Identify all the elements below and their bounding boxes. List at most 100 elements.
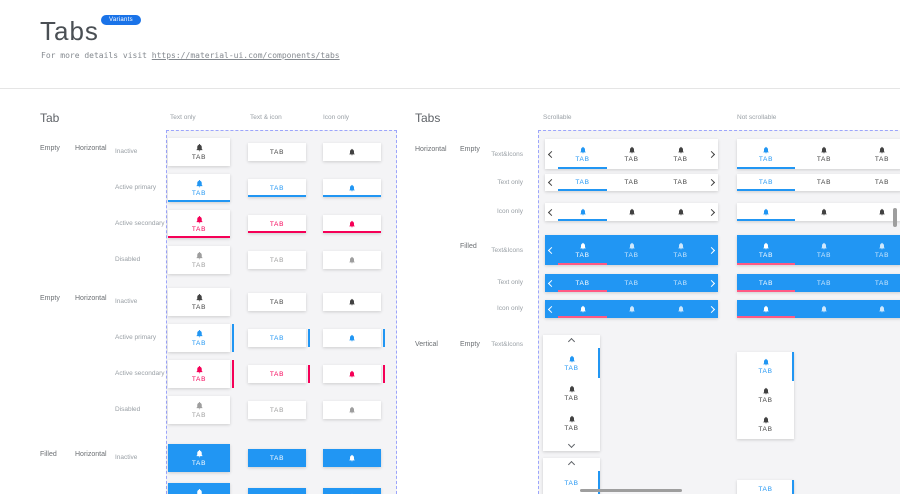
tab[interactable]: TAB: [737, 480, 794, 494]
tab[interactable]: TAB: [248, 251, 306, 269]
group-orientation-label: Horizontal: [75, 145, 107, 152]
tab[interactable]: [853, 300, 900, 318]
tab[interactable]: TAB: [168, 483, 230, 494]
tab[interactable]: TAB: [853, 274, 900, 292]
tab[interactable]: TAB: [656, 274, 705, 292]
material-ui-link[interactable]: https://material-ui.com/components/tabs: [152, 51, 340, 60]
tab[interactable]: [656, 203, 705, 221]
tab[interactable]: [323, 365, 381, 383]
tab[interactable]: TAB: [248, 329, 306, 347]
tabs-scroll-right-button[interactable]: [705, 235, 718, 265]
tabs-scroll-right-button[interactable]: [705, 203, 718, 221]
tab[interactable]: TAB: [168, 444, 230, 472]
active-tab-indicator: [248, 195, 306, 197]
tab[interactable]: TAB: [607, 235, 656, 265]
tab[interactable]: [323, 401, 381, 419]
vertical-scrollbar-thumb[interactable]: [893, 208, 897, 227]
tab[interactable]: TAB: [248, 401, 306, 419]
tabs-scroll-down-button[interactable]: [569, 438, 574, 451]
tab[interactable]: [795, 203, 853, 221]
tab[interactable]: TAB: [543, 408, 600, 438]
tabs-scroll-left-button[interactable]: [545, 139, 558, 169]
tab[interactable]: TAB: [737, 352, 794, 381]
tab[interactable]: TAB: [543, 348, 600, 378]
tab[interactable]: TAB: [558, 139, 607, 169]
tab[interactable]: [323, 449, 381, 467]
tab[interactable]: TAB: [558, 235, 607, 265]
tab[interactable]: TAB: [795, 235, 853, 265]
tab[interactable]: TAB: [795, 274, 853, 292]
tab[interactable]: TAB: [168, 246, 230, 274]
tab[interactable]: TAB: [853, 235, 900, 265]
tab[interactable]: [323, 215, 381, 233]
tab[interactable]: TAB: [248, 215, 306, 233]
tabs-scroll-left-button[interactable]: [545, 235, 558, 265]
tab[interactable]: TAB: [248, 365, 306, 383]
tab-label: TAB: [575, 179, 589, 186]
tab[interactable]: TAB: [248, 179, 306, 197]
tab[interactable]: TAB: [168, 138, 230, 166]
tab[interactable]: TAB: [737, 235, 795, 265]
tabs-scroll-right-button[interactable]: [705, 300, 718, 318]
bell-icon: [762, 242, 770, 250]
tab[interactable]: [323, 488, 381, 494]
tab[interactable]: TAB: [168, 396, 230, 424]
tab[interactable]: [323, 251, 381, 269]
tab[interactable]: TAB: [656, 174, 705, 191]
tabs-scroll-right-button[interactable]: [705, 139, 718, 169]
tabs-scroll-right-button[interactable]: [705, 174, 718, 191]
tab[interactable]: [323, 293, 381, 311]
tab[interactable]: TAB: [168, 174, 230, 202]
tab[interactable]: TAB: [656, 235, 705, 265]
tab[interactable]: TAB: [248, 488, 306, 494]
horizontal-scrollbar-thumb[interactable]: [580, 489, 682, 492]
chevron-right-icon: [708, 246, 715, 253]
tabs-scroll-left-button[interactable]: [545, 300, 558, 318]
bell-icon: [195, 449, 204, 458]
tab[interactable]: TAB: [607, 174, 656, 191]
bell-icon: [628, 208, 636, 216]
tab[interactable]: TAB: [737, 381, 794, 410]
tab[interactable]: TAB: [737, 139, 795, 169]
tab[interactable]: TAB: [248, 293, 306, 311]
variants-badge: Variants: [101, 15, 141, 25]
tab[interactable]: [323, 143, 381, 161]
tab-label: TAB: [817, 156, 831, 163]
tabs-scroll-right-button[interactable]: [705, 274, 718, 292]
tabs-scroll-left-button[interactable]: [545, 174, 558, 191]
tab[interactable]: TAB: [737, 410, 794, 439]
tab[interactable]: TAB: [168, 360, 230, 388]
chevron-up-icon: [568, 461, 575, 468]
active-tab-indicator: [558, 219, 607, 221]
tab[interactable]: TAB: [607, 139, 656, 169]
tab[interactable]: [323, 329, 381, 347]
tab[interactable]: TAB: [168, 324, 230, 352]
tabs-scroll-left-button[interactable]: [545, 203, 558, 221]
tab-label: TAB: [624, 179, 638, 186]
tabs-scroll-up-button[interactable]: [569, 335, 574, 348]
bell-icon: [348, 184, 356, 192]
tab[interactable]: TAB: [853, 174, 900, 191]
tab-label: TAB: [270, 371, 284, 378]
tab-label: TAB: [270, 299, 284, 306]
tab[interactable]: TAB: [656, 139, 705, 169]
tab[interactable]: [795, 300, 853, 318]
tab[interactable]: [607, 203, 656, 221]
tab[interactable]: TAB: [543, 378, 600, 408]
tab[interactable]: TAB: [168, 210, 230, 238]
tab[interactable]: TAB: [168, 288, 230, 316]
tab[interactable]: TAB: [795, 139, 853, 169]
bell-icon: [762, 387, 770, 395]
tab[interactable]: TAB: [795, 174, 853, 191]
tab[interactable]: [607, 300, 656, 318]
tab[interactable]: TAB: [248, 449, 306, 467]
tab[interactable]: TAB: [607, 274, 656, 292]
tab[interactable]: [323, 179, 381, 197]
tab[interactable]: TAB: [853, 139, 900, 169]
tab[interactable]: [656, 300, 705, 318]
tabs-scroll-left-button[interactable]: [545, 274, 558, 292]
active-tab-indicator: [737, 167, 795, 169]
tab-label: TAB: [564, 480, 578, 487]
tabs-scroll-up-button[interactable]: [569, 458, 574, 471]
tab[interactable]: TAB: [248, 143, 306, 161]
